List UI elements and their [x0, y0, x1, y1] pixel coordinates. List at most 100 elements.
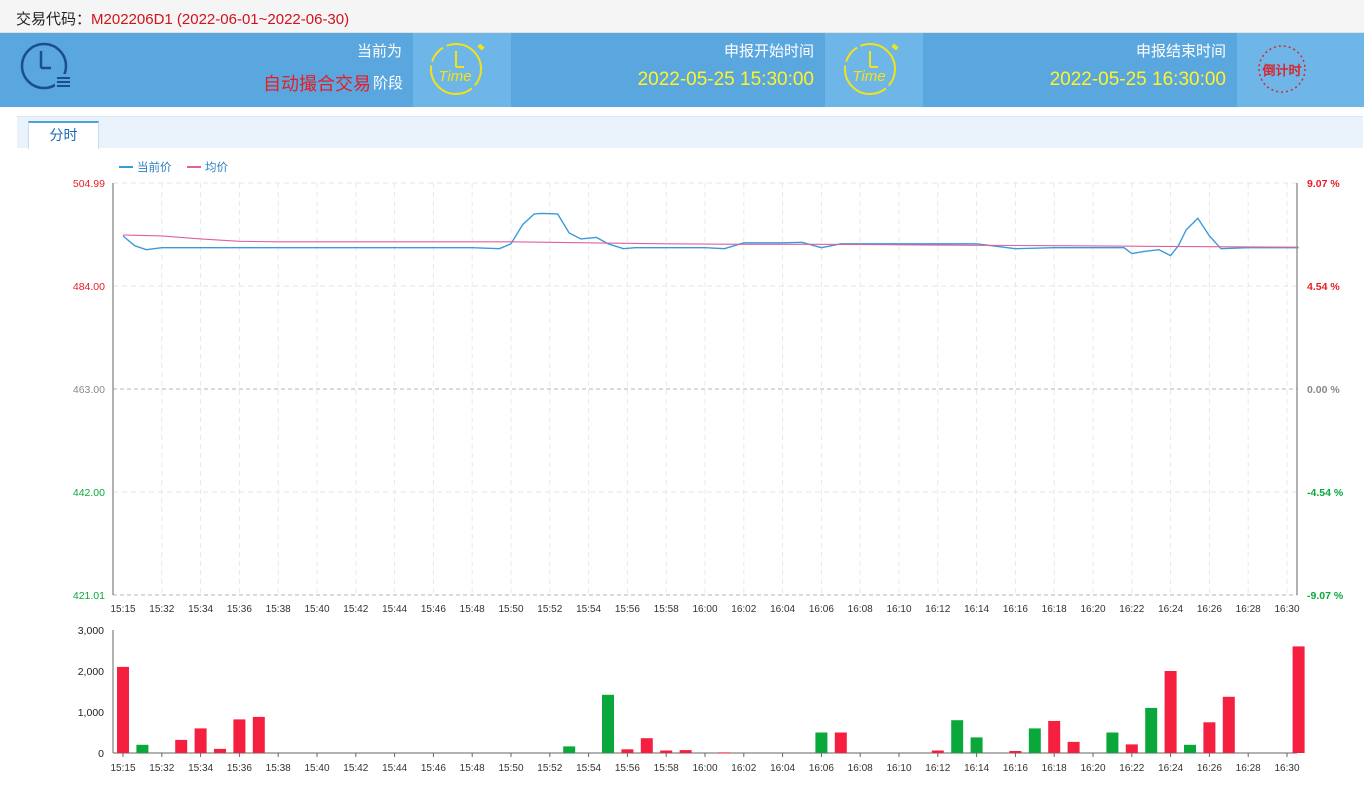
volume-x-tick-label: 15:34 [188, 763, 213, 774]
x-tick-label: 15:52 [537, 604, 562, 615]
volume-x-tick-label: 15:44 [382, 763, 407, 774]
volume-bar [233, 719, 246, 753]
x-tick-label: 16:06 [809, 604, 834, 615]
volume-bar [1067, 741, 1080, 753]
countdown-icon-text: 倒计时 [1261, 63, 1301, 78]
contract-code: M202206D1 (2022-06-01~2022-06-30) [91, 11, 350, 28]
timer-icon-text: Time [852, 68, 885, 85]
volume-bar [175, 739, 188, 753]
volume-x-tick-label: 16:22 [1119, 763, 1144, 774]
x-tick-label: 16:16 [1003, 604, 1028, 615]
volume-y-tick-label: 0 [98, 748, 104, 760]
contract-info: 交易代码：M202206D1 (2022-06-01~2022-06-30) [16, 8, 349, 29]
countdown-icon: 倒计时 [1254, 41, 1314, 102]
x-tick-label: 16:12 [925, 604, 950, 615]
volume-x-tick-label: 15:38 [266, 763, 291, 774]
volume-x-tick-label: 15:50 [498, 763, 523, 774]
x-tick-label: 15:46 [421, 604, 446, 615]
y-tick-label-right: -4.54 % [1307, 487, 1344, 499]
phase-value: 自动撮合交易 [263, 74, 371, 94]
volume-x-tick-label: 16:06 [809, 763, 834, 774]
volume-x-tick-label: 15:36 [227, 763, 252, 774]
volume-x-tick-label: 16:14 [964, 763, 989, 774]
phase-suffix: 阶段 [373, 75, 404, 92]
volume-x-tick-label: 15:54 [576, 763, 601, 774]
x-tick-label: 16:26 [1197, 604, 1222, 615]
start-time-title: 申报开始时间 [723, 43, 814, 60]
volume-x-tick-label: 15:42 [343, 763, 368, 774]
x-tick-label: 15:58 [654, 604, 679, 615]
volume-x-tick-label: 15:46 [421, 763, 446, 774]
volume-bar [563, 746, 576, 753]
x-tick-label: 16:28 [1236, 604, 1261, 615]
x-tick-label: 15:15 [110, 604, 135, 615]
volume-x-tick-label: 16:28 [1236, 763, 1261, 774]
volume-y-tick-label: 1,000 [78, 707, 104, 719]
volume-bar [1292, 646, 1305, 753]
x-tick-label: 15:32 [149, 604, 174, 615]
x-tick-label: 15:54 [576, 604, 601, 615]
x-tick-label: 16:02 [731, 604, 756, 615]
volume-bar [136, 744, 149, 753]
tab-timeshare[interactable]: 分时 [28, 121, 99, 149]
x-tick-label: 16:00 [692, 604, 717, 615]
volume-bar [951, 720, 964, 753]
volume-bar [1106, 732, 1119, 753]
x-tick-label: 15:50 [498, 604, 523, 615]
x-tick-label: 16:30 [1274, 604, 1299, 615]
x-tick-label: 16:08 [848, 604, 873, 615]
volume-y-tick-label: 3,000 [78, 625, 104, 637]
x-tick-label: 15:48 [460, 604, 485, 615]
y-tick-label-right: 4.54 % [1307, 281, 1340, 293]
y-tick-label-left: 463.00 [73, 384, 105, 396]
x-tick-label: 16:24 [1158, 604, 1183, 615]
volume-bar [602, 694, 614, 753]
clock-list-icon [18, 41, 76, 98]
volume-x-tick-label: 16:04 [770, 763, 795, 774]
x-tick-label: 16:04 [770, 604, 795, 615]
volume-chart: 3,000 2,000 1,000 0 15:15 15:32 15:34 15:36 15:3… [78, 625, 1305, 774]
volume-x-tick-label: 16:12 [925, 763, 950, 774]
volume-x-tick-label: 16:08 [848, 763, 873, 774]
volume-x-tick-label: 16:24 [1158, 763, 1183, 774]
volume-x-tick-label: 15:58 [654, 763, 679, 774]
volume-bar [252, 716, 265, 753]
x-tick-label: 16:20 [1080, 604, 1105, 615]
volume-bar [931, 750, 944, 753]
volume-x-tick-label: 15:56 [615, 763, 640, 774]
x-tick-label: 16:18 [1042, 604, 1067, 615]
volume-bar [214, 748, 226, 753]
volume-bar [640, 738, 653, 753]
volume-bar [621, 749, 634, 753]
volume-bar [1028, 728, 1041, 753]
chart-tab-strip: 分时 [17, 116, 1363, 149]
y-tick-label-left: 504.99 [73, 178, 105, 190]
volume-bar [117, 666, 129, 753]
y-tick-label-right: -9.07 % [1307, 590, 1344, 602]
legend-label: 均价 [205, 161, 228, 174]
volume-bar [660, 750, 673, 753]
y-tick-label-left: 442.00 [73, 487, 105, 499]
x-tick-label: 15:44 [382, 604, 407, 615]
contract-label: 交易代码： [16, 11, 92, 28]
x-tick-label: 16:14 [964, 604, 989, 615]
end-time-title: 申报结束时间 [1135, 43, 1226, 60]
volume-bar [1009, 751, 1022, 753]
x-tick-label: 15:38 [266, 604, 291, 615]
volume-bar [679, 750, 692, 753]
y-tick-label-right: 9.07 % [1307, 178, 1340, 190]
volume-bar [1048, 721, 1061, 753]
legend-label: 当前价 [137, 160, 172, 174]
x-tick-label: 15:42 [343, 604, 368, 615]
end-time-value: 2022-05-25 16:30:00 [1049, 69, 1226, 90]
status-banner: 当前为 自动撮合交易 阶段 Time 申报开始时间 2022-05-25 15:… [0, 33, 1364, 107]
series-line-average-price [122, 234, 1299, 248]
volume-bar [1203, 722, 1216, 754]
x-tick-label: 16:22 [1119, 604, 1144, 615]
volume-bar [1222, 696, 1235, 753]
phase-title: 当前为 [356, 43, 402, 60]
x-tick-label: 15:56 [615, 604, 640, 615]
volume-bar [1145, 707, 1158, 753]
volume-x-tick-label: 15:40 [304, 763, 329, 774]
volume-x-tick-label: 15:32 [149, 763, 174, 774]
